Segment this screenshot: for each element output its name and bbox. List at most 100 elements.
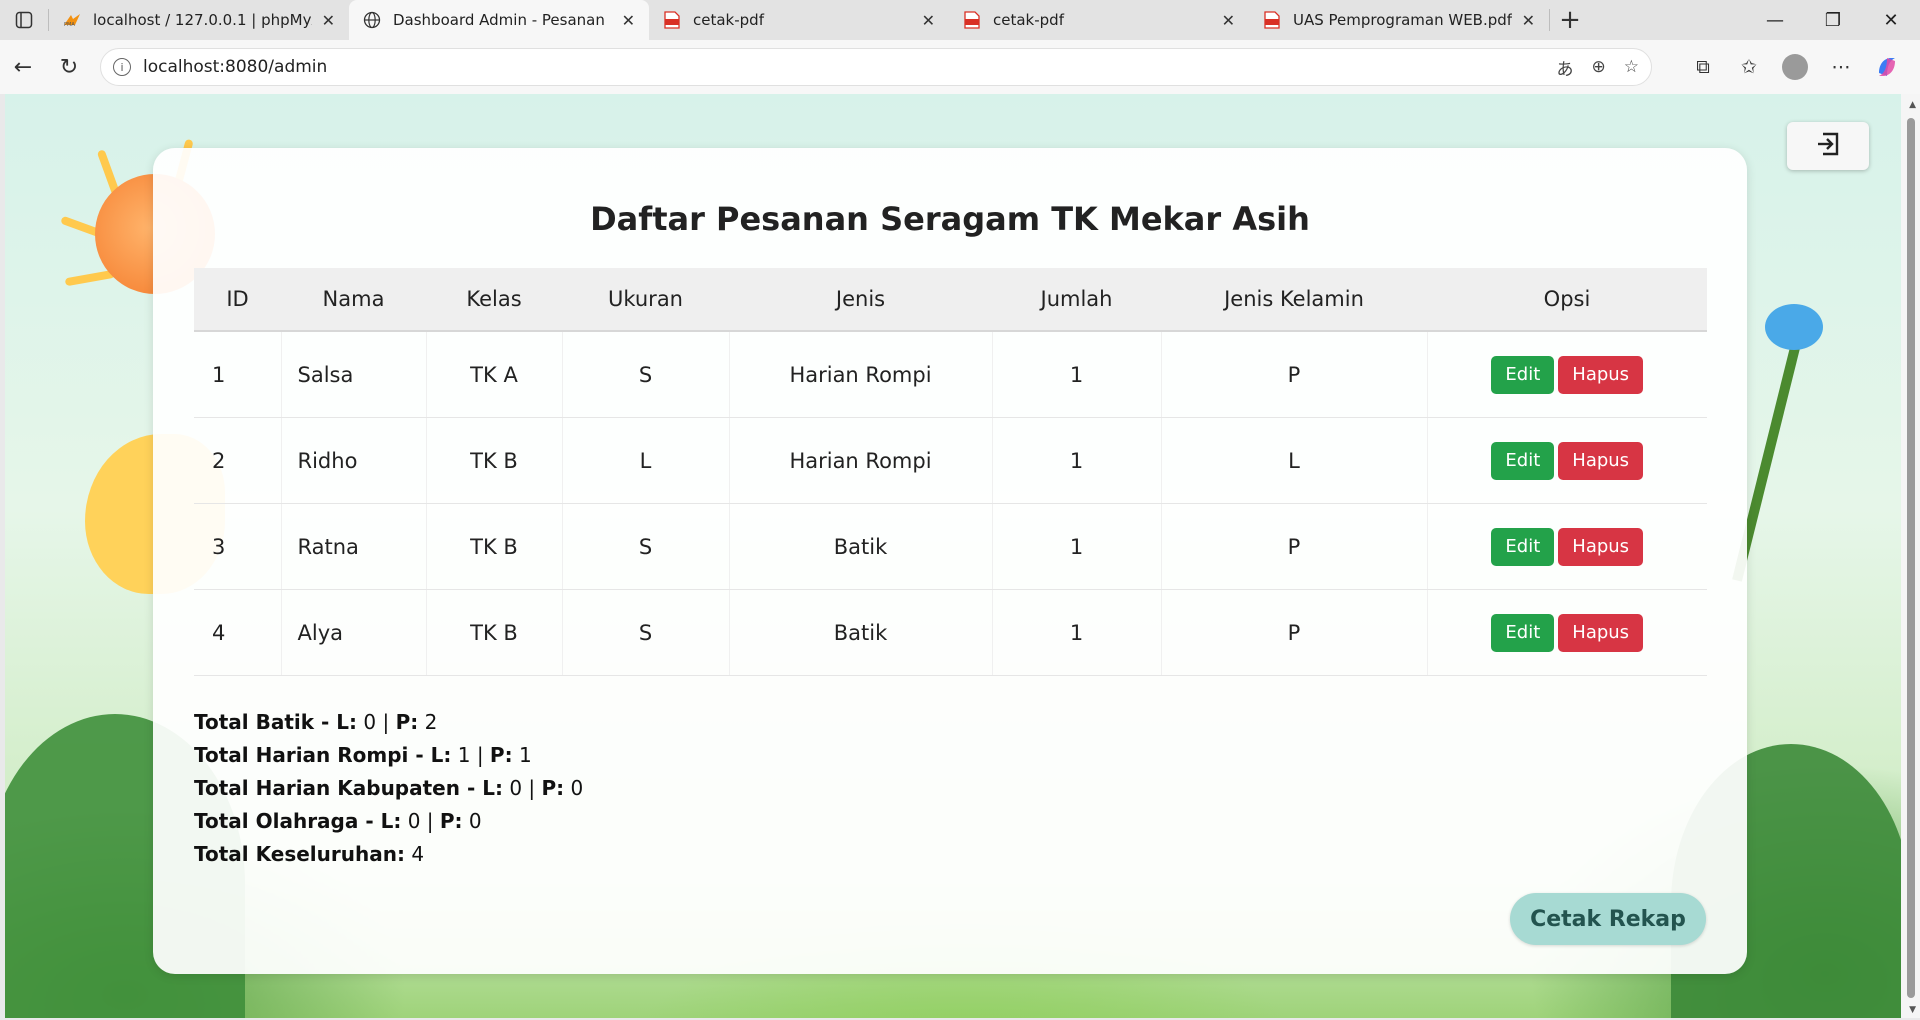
edit-button[interactable]: Edit xyxy=(1491,441,1555,480)
cell-id: 1 xyxy=(194,331,282,418)
cell-nama: Alya xyxy=(281,589,427,676)
close-window-icon[interactable]: ✕ xyxy=(1862,0,1920,40)
tab-dashboard-admin[interactable]: Dashboard Admin - Pesanan ✕ xyxy=(349,0,649,40)
window-controls: — ❐ ✕ xyxy=(1746,0,1920,40)
cell-opsi: Edit Hapus xyxy=(1427,589,1707,676)
cell-id: 4 xyxy=(194,589,282,676)
extensions-icon[interactable]: ⧉ xyxy=(1680,56,1726,78)
reload-icon[interactable]: ↻ xyxy=(46,40,92,94)
cell-ukuran: S xyxy=(562,503,730,590)
orders-table: ID Nama Kelas Ukuran Jenis Jumlah Jenis … xyxy=(194,268,1707,676)
address-bar[interactable]: i localhost:8080/admin あ ⊕ ☆ xyxy=(100,48,1652,86)
restore-icon[interactable]: ❐ xyxy=(1804,0,1862,40)
svg-text:PMA: PMA xyxy=(64,22,75,27)
cell-kelas: TK A xyxy=(426,331,563,418)
summary-p-value: 0 xyxy=(570,776,584,800)
back-arrow-icon[interactable]: ← xyxy=(0,40,46,94)
tab-actions-icon[interactable] xyxy=(0,0,48,40)
delete-button[interactable]: Hapus xyxy=(1558,355,1644,394)
cell-opsi: Edit Hapus xyxy=(1427,331,1707,418)
minimize-icon[interactable]: — xyxy=(1746,0,1804,40)
summary-p-label: P: xyxy=(395,710,419,734)
url-text[interactable]: localhost:8080/admin xyxy=(143,57,1539,77)
scroll-down-icon[interactable]: ▼ xyxy=(1909,1005,1916,1015)
column-header-id: ID xyxy=(194,268,281,332)
summary-harian-kabupaten: Total Harian Kabupaten - L: 0 | P: 0 xyxy=(194,776,584,800)
browser-toolbar: ← ↻ i localhost:8080/admin あ ⊕ ☆ ⧉ ✩ ⋯ xyxy=(0,40,1920,94)
phpmyadmin-icon: PMA xyxy=(63,11,81,29)
cell-kelas: TK B xyxy=(426,417,563,504)
summary-p-label: P: xyxy=(439,809,463,833)
cell-jenis: Harian Rompi xyxy=(729,331,993,418)
summary-label: Total Harian Rompi - L: xyxy=(194,743,452,767)
pdf-icon xyxy=(963,11,981,29)
tab-title: cetak-pdf xyxy=(993,11,1064,29)
cell-jenis-kelamin: P xyxy=(1161,589,1428,676)
column-header-jumlah: Jumlah xyxy=(992,268,1161,332)
summary-label: Total Olahraga - L: xyxy=(194,809,402,833)
logout-button[interactable] xyxy=(1787,122,1869,170)
zoom-icon[interactable]: ⊕ xyxy=(1592,57,1606,77)
summary-olahraga: Total Olahraga - L: 0 | P: 0 xyxy=(194,809,482,833)
table-row: 2 Ridho TK B L Harian Rompi 1 L Edit Hapu… xyxy=(194,417,1707,504)
summary-l-value: 0 xyxy=(407,809,421,833)
new-tab-icon[interactable]: + xyxy=(1550,0,1590,40)
tab-title: localhost / 127.0.0.1 | phpMyAdm xyxy=(93,11,312,29)
summary-label: Total Batik - L: xyxy=(194,710,358,734)
cell-jumlah: 1 xyxy=(992,503,1162,590)
scrollbar-thumb[interactable] xyxy=(1907,118,1915,998)
close-tab-icon[interactable]: ✕ xyxy=(922,11,935,30)
tab-cetak-pdf-2[interactable]: cetak-pdf ✕ xyxy=(949,0,1249,40)
read-aloud-icon[interactable]: あ xyxy=(1557,55,1574,80)
close-tab-icon[interactable]: ✕ xyxy=(622,11,635,30)
summary-p-value: 1 xyxy=(518,743,532,767)
tab-title: Dashboard Admin - Pesanan xyxy=(393,11,605,29)
table-row: 4 Alya TK B S Batik 1 P Edit Hapus xyxy=(194,589,1707,676)
edit-button[interactable]: Edit xyxy=(1491,527,1555,566)
cell-opsi: Edit Hapus xyxy=(1427,503,1707,590)
delete-button[interactable]: Hapus xyxy=(1558,441,1644,480)
summary-label: Total Harian Kabupaten - L: xyxy=(194,776,503,800)
close-tab-icon[interactable]: ✕ xyxy=(1222,11,1235,30)
summary-total: Total Keseluruhan: 4 xyxy=(194,838,583,871)
more-options-icon[interactable]: ⋯ xyxy=(1818,56,1864,78)
profile-avatar-icon[interactable] xyxy=(1782,54,1808,80)
cell-jumlah: 1 xyxy=(992,417,1162,504)
cell-ukuran: S xyxy=(562,589,730,676)
scroll-up-icon[interactable]: ▲ xyxy=(1909,100,1916,110)
tab-phpmyadmin[interactable]: PMA localhost / 127.0.0.1 | phpMyAdm ✕ xyxy=(49,0,349,40)
delete-button[interactable]: Hapus xyxy=(1558,527,1644,566)
column-header-nama: Nama xyxy=(281,268,426,332)
pdf-icon xyxy=(1263,11,1281,29)
cell-nama: Ratna xyxy=(281,503,427,590)
delete-button[interactable]: Hapus xyxy=(1558,613,1644,652)
page-title: Daftar Pesanan Seragam TK Mekar Asih xyxy=(590,200,1310,238)
sun-ray-decoration xyxy=(64,269,116,287)
favorite-star-icon[interactable]: ☆ xyxy=(1624,57,1639,77)
edit-button[interactable]: Edit xyxy=(1491,613,1555,652)
cell-kelas: TK B xyxy=(426,589,563,676)
cell-jenis: Batik xyxy=(729,589,993,676)
cell-jenis-kelamin: L xyxy=(1161,417,1428,504)
cell-jumlah: 1 xyxy=(992,331,1162,418)
globe-icon xyxy=(363,11,381,29)
print-report-button[interactable]: Cetak Rekap xyxy=(1510,893,1706,945)
favorites-icon[interactable]: ✩ xyxy=(1726,56,1772,78)
tab-uas-pdf[interactable]: UAS Pemprograman WEB.pdf ✕ xyxy=(1249,0,1549,40)
edit-button[interactable]: Edit xyxy=(1491,355,1555,394)
summary-p-value: 2 xyxy=(424,710,438,734)
pdf-icon xyxy=(663,11,681,29)
cell-id: 2 xyxy=(194,417,282,504)
summary-l-value: 1 xyxy=(457,743,471,767)
close-tab-icon[interactable]: ✕ xyxy=(322,11,335,30)
cell-jenis-kelamin: P xyxy=(1161,331,1428,418)
column-header-opsi: Opsi xyxy=(1427,268,1707,332)
copilot-icon[interactable] xyxy=(1864,55,1910,79)
summary-block: Total Batik - L: 0 | P: 2 Total Harian R… xyxy=(194,706,583,871)
cell-nama: Salsa xyxy=(281,331,427,418)
summary-harian-rompi: Total Harian Rompi - L: 1 | P: 1 xyxy=(194,743,532,767)
tab-cetak-pdf-1[interactable]: cetak-pdf ✕ xyxy=(649,0,949,40)
close-tab-icon[interactable]: ✕ xyxy=(1522,11,1535,30)
column-header-jenis: Jenis xyxy=(729,268,992,332)
site-info-icon[interactable]: i xyxy=(113,58,131,76)
